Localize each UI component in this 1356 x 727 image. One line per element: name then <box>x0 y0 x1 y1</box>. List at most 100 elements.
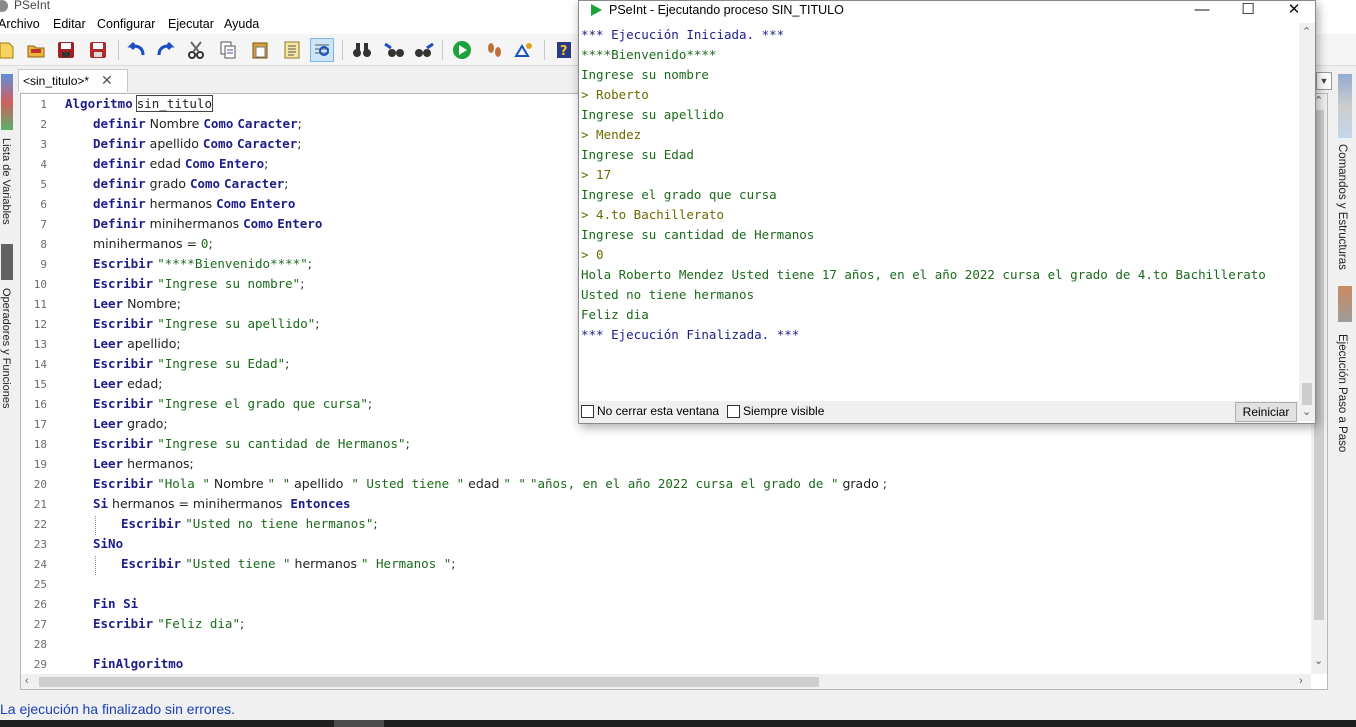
redo-icon[interactable] <box>154 38 178 62</box>
clipboard-icon[interactable] <box>280 38 304 62</box>
code-line[interactable]: definir edad Como Entero; <box>93 156 268 176</box>
code-line[interactable]: minihermanos = 0; <box>93 236 213 256</box>
console-output-line: Hola Roberto Mendez Usted tiene 17 años,… <box>581 267 1266 282</box>
console-output[interactable]: *** Ejecución Iniciada. *** ****Bienvenid… <box>581 27 1299 399</box>
always-visible-checkbox[interactable] <box>727 405 740 418</box>
code-line[interactable]: Leer hermanos; <box>93 456 194 476</box>
step-panel-label[interactable]: Ejecución Paso a Paso <box>1336 334 1348 452</box>
code-string: "años, en el año 2022 cursa el grado de … <box>529 476 839 491</box>
scroll-up-icon[interactable]: ⌃ <box>1302 25 1311 38</box>
menu-configurar[interactable]: Configurar <box>97 17 155 31</box>
selected-identifier: sin_titulo <box>135 95 213 112</box>
svg-text:?: ? <box>560 44 568 59</box>
code-token: hermanos <box>290 556 361 571</box>
line-number: 9 <box>40 258 47 271</box>
paste-icon[interactable] <box>248 38 272 62</box>
code-token: grado <box>145 176 190 191</box>
code-line[interactable]: Escribir "Usted no tiene hermanos"; <box>121 516 378 536</box>
code-line[interactable]: Escribir "Ingrese su nombre"; <box>93 276 304 296</box>
code-line[interactable]: definir hermanos Como Entero <box>93 196 295 216</box>
menu-archivo[interactable]: Archivo <box>0 17 40 31</box>
close-button[interactable]: ✕ <box>1271 1 1317 21</box>
code-line[interactable]: Escribir "****Bienvenido****"; <box>93 256 312 276</box>
console-scroll-thumb[interactable] <box>1302 383 1312 405</box>
hscroll-thumb[interactable] <box>39 677 819 687</box>
tab-sin-titulo[interactable]: <sin_titulo>* ✕ <box>18 69 128 92</box>
code-keyword: Como <box>203 116 234 131</box>
step-panel-icon <box>1338 286 1352 322</box>
code-line[interactable]: definir grado Como Caracter; <box>93 176 288 196</box>
code-line[interactable]: Escribir "Ingrese su apellido"; <box>93 316 319 336</box>
code-token: ; <box>297 136 302 151</box>
line-number: 28 <box>33 638 47 651</box>
code-line[interactable]: Fin Si <box>93 596 138 616</box>
code-line[interactable]: Leer grado; <box>93 416 168 436</box>
code-line[interactable]: Escribir "Ingrese su cantidad de Hermano… <box>93 436 410 456</box>
no-close-checkbox[interactable] <box>581 405 594 418</box>
line-number: 5 <box>40 178 47 191</box>
save-as-icon[interactable] <box>86 38 110 62</box>
line-number: 24 <box>33 558 47 571</box>
menu-editar[interactable]: Editar <box>53 17 86 31</box>
code-line[interactable]: Escribir "Usted tiene " hermanos " Herma… <box>121 556 456 576</box>
console-scrollbar[interactable]: ⌃ ⌄ <box>1299 23 1315 421</box>
code-keyword: definir <box>93 156 146 171</box>
maximize-button[interactable]: ☐ <box>1225 1 1271 21</box>
line-number: 8 <box>40 238 47 251</box>
scroll-right-icon[interactable]: › <box>1299 675 1303 687</box>
code-line[interactable]: definir Nombre Como Caracter; <box>93 116 302 136</box>
code-line[interactable]: FinAlgoritmo <box>93 656 183 676</box>
help-icon[interactable]: ? <box>552 38 576 62</box>
editor-horizontal-scrollbar[interactable]: ‹ › <box>21 674 1311 689</box>
code-line[interactable]: Leer Nombre; <box>93 296 181 316</box>
right-side-panel: Comandos y Estructuras Ejecución Paso a … <box>1330 68 1356 698</box>
code-line[interactable]: Escribir "Hola " Nombre " " apellido " U… <box>93 476 887 496</box>
code-line[interactable]: Escribir "Ingrese el grado que cursa"; <box>93 396 372 416</box>
new-icon[interactable] <box>0 38 18 62</box>
code-string: "Ingrese su apellido" <box>157 316 316 331</box>
code-line[interactable]: Leer apellido; <box>93 336 181 356</box>
code-line[interactable]: Leer edad; <box>93 376 163 396</box>
code-line[interactable]: Algoritmo sin_titulo <box>65 95 213 116</box>
minimize-button[interactable]: — <box>1179 1 1225 21</box>
code-line[interactable]: Definir minihermanos Como Entero <box>93 216 322 236</box>
run-icon[interactable] <box>450 38 474 62</box>
line-number: 25 <box>33 578 47 591</box>
code-token: hermanos = minihermanos <box>108 496 291 511</box>
menu-ejecutar[interactable]: Ejecutar <box>168 17 214 31</box>
code-token: Nombre <box>209 476 268 491</box>
code-line[interactable]: Si hermanos = minihermanos Entonces <box>93 496 351 516</box>
line-number: 19 <box>33 458 47 471</box>
tab-close-icon[interactable]: ✕ <box>101 72 113 89</box>
taskbar-active-app[interactable] <box>334 720 384 727</box>
copy-icon[interactable] <box>216 38 240 62</box>
execution-title-bar[interactable]: PSeInt - Ejecutando proceso SIN_TITULO —… <box>579 1 1315 21</box>
scroll-down-icon[interactable]: ⌄ <box>1314 654 1323 667</box>
code-string: " Hermanos " <box>360 556 452 571</box>
menu-ayuda[interactable]: Ayuda <box>224 17 259 31</box>
operators-panel-label[interactable]: Operadores y Funciones <box>0 288 12 408</box>
line-number: 15 <box>33 378 47 391</box>
find-next-icon[interactable] <box>412 38 436 62</box>
variables-panel-label[interactable]: Lista de Variables <box>0 138 12 225</box>
undo-icon[interactable] <box>124 38 148 62</box>
scroll-down-icon[interactable]: ⌄ <box>1302 405 1311 418</box>
code-line[interactable]: Escribir "Feliz dia"; <box>93 616 244 636</box>
open-icon[interactable] <box>24 38 48 62</box>
restart-button[interactable]: Reiniciar <box>1235 402 1297 422</box>
binoculars-icon[interactable] <box>350 38 374 62</box>
indent-icon[interactable] <box>310 38 334 62</box>
scroll-left-icon[interactable]: ‹ <box>25 675 29 687</box>
code-token: edad <box>464 476 504 491</box>
code-line[interactable]: SiNo <box>93 536 123 556</box>
cut-icon[interactable] <box>184 38 208 62</box>
save-icon[interactable] <box>54 38 78 62</box>
commands-panel-label[interactable]: Comandos y Estructuras <box>1336 144 1348 270</box>
step-icon[interactable] <box>482 38 506 62</box>
code-line[interactable]: Escribir "Ingrese su Edad"; <box>93 356 289 376</box>
find-prev-icon[interactable] <box>382 38 406 62</box>
taskbar <box>0 720 1356 727</box>
code-line[interactable]: Definir apellido Como Caracter; <box>93 136 301 156</box>
console-output-line: Usted no tiene hermanos <box>581 287 755 302</box>
debug-icon[interactable] <box>512 38 536 62</box>
